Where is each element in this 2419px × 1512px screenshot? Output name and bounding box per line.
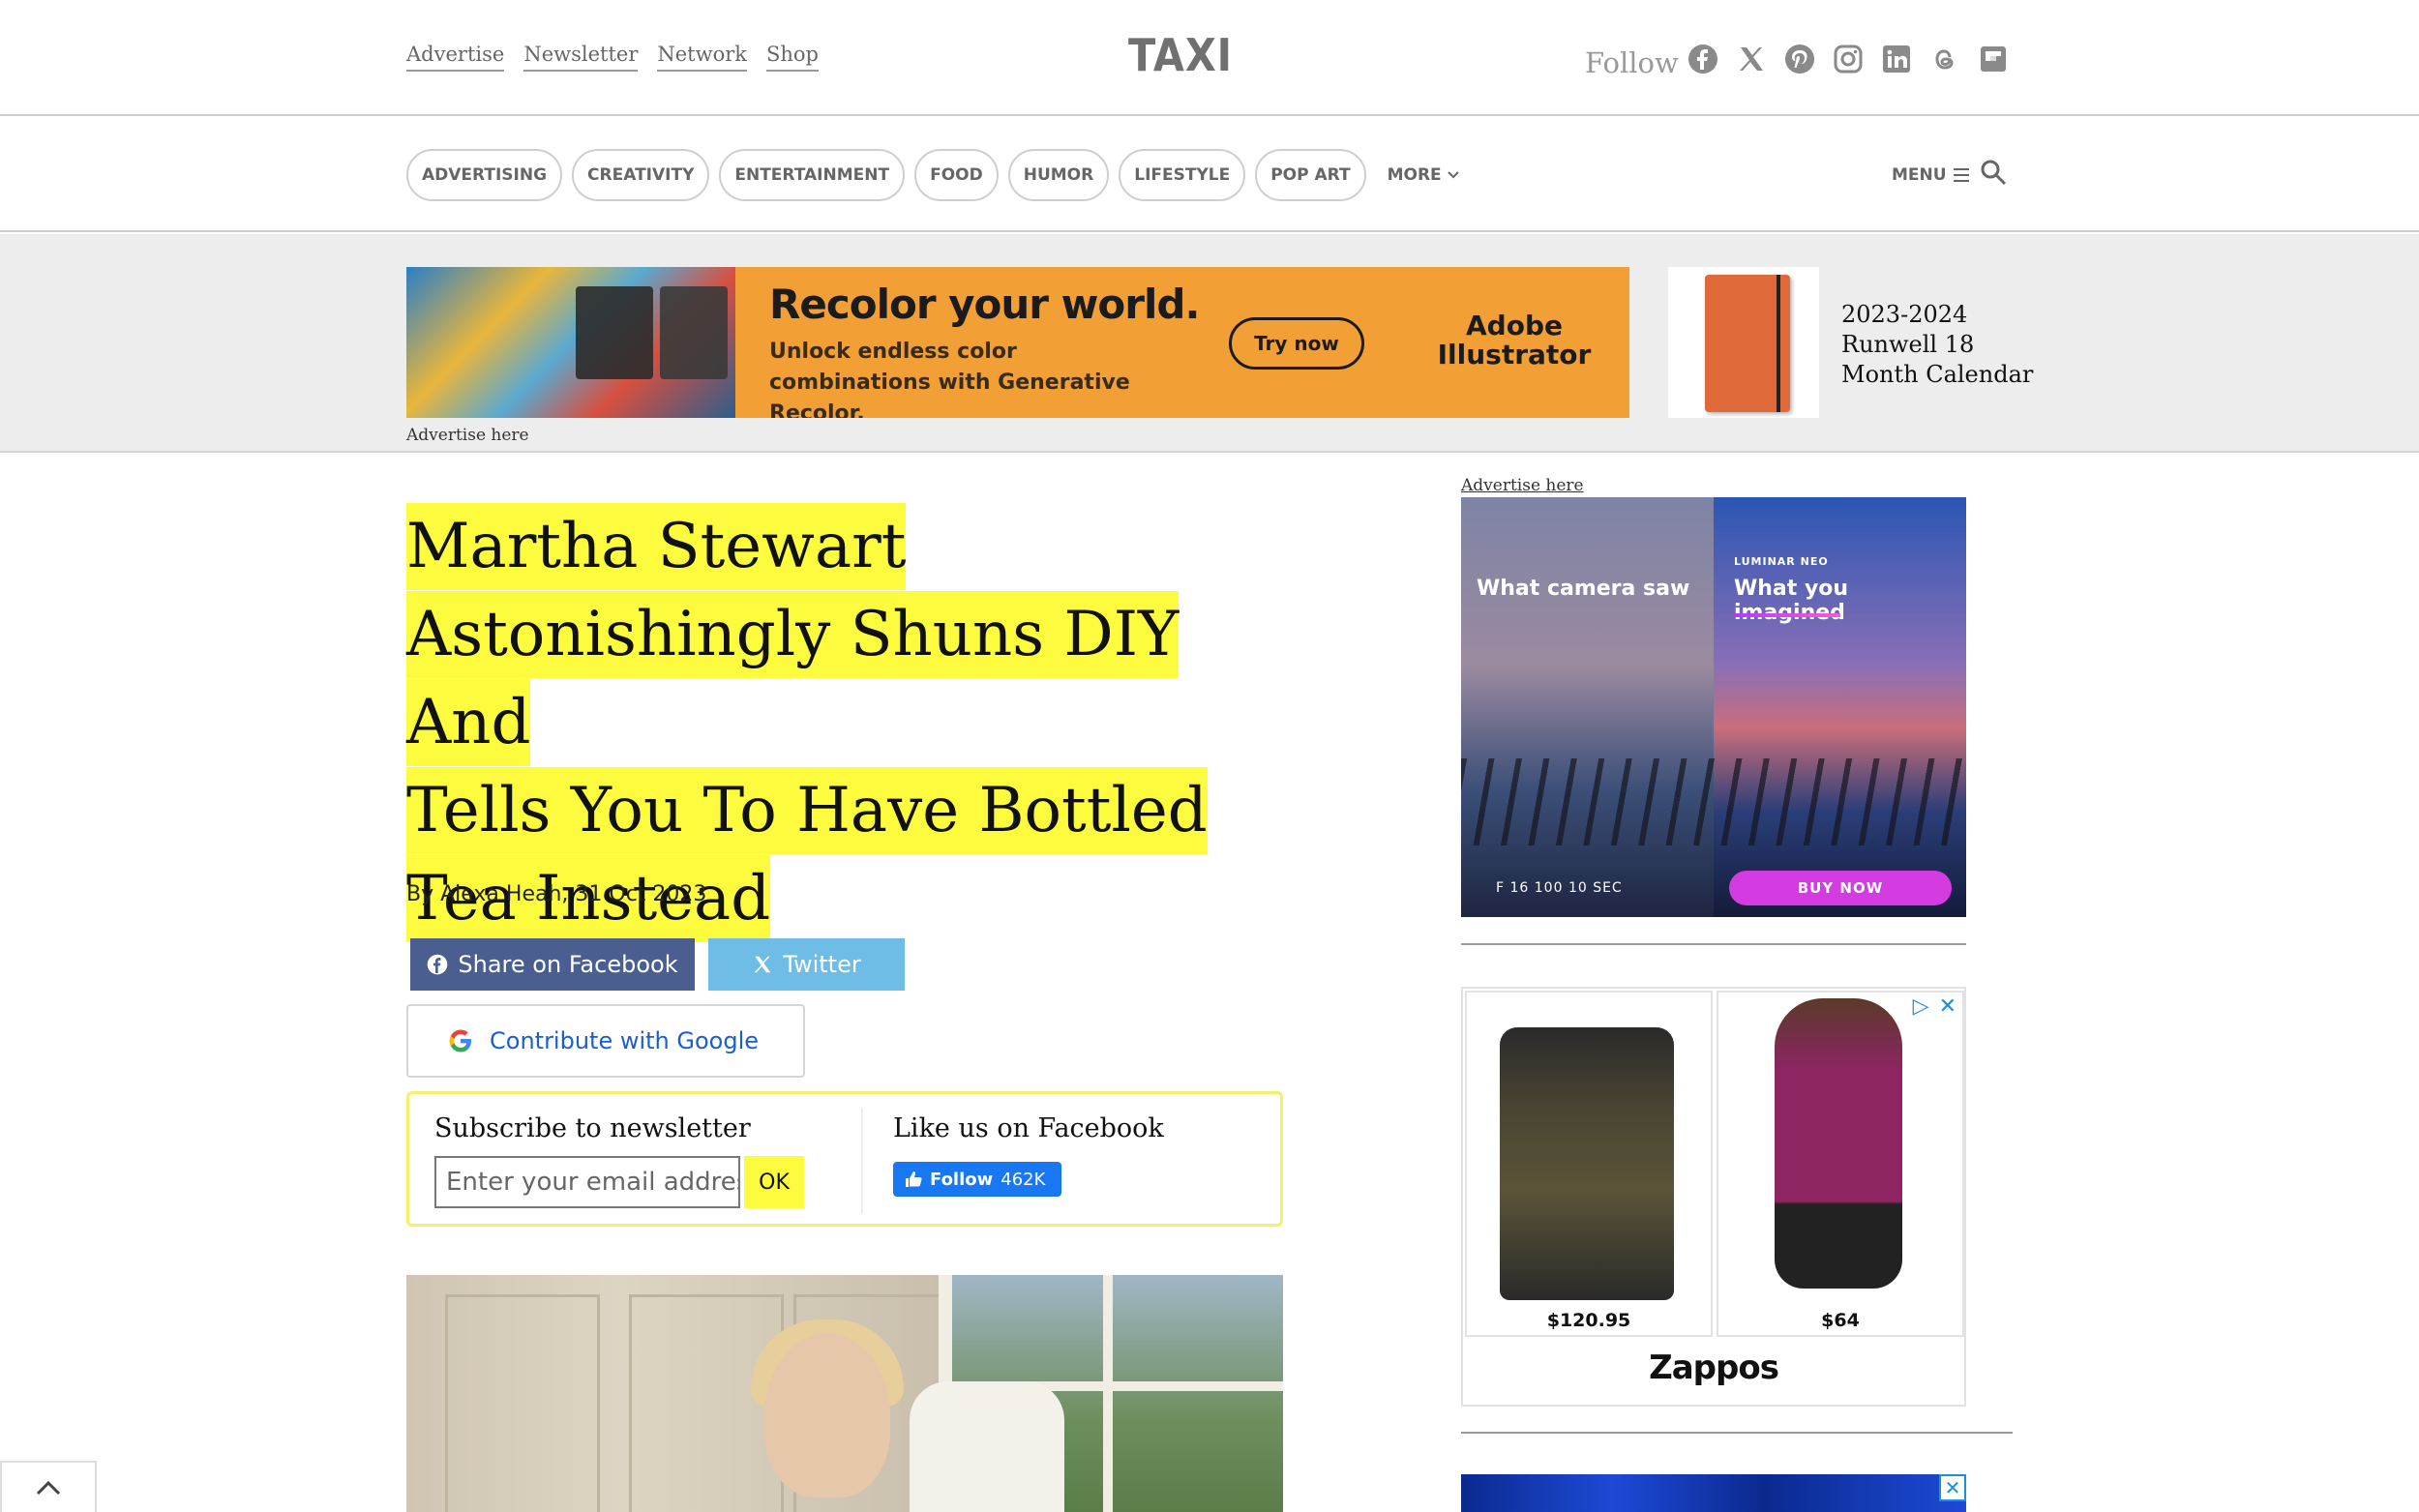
top-link-network[interactable]: Network	[657, 43, 747, 72]
product-tile[interactable]: $64	[1717, 991, 1964, 1337]
share-twitter-button[interactable]: Twitter	[708, 938, 905, 991]
ad-camera-meta: F 16 100 10 SEC	[1496, 880, 1623, 896]
follow-label: Follow	[930, 1169, 994, 1190]
calendar-book-image	[1705, 275, 1790, 412]
product-tank-top-image	[1775, 998, 1902, 1289]
luminar-neo-ad[interactable]: What camera saw LUMINAR NEO What you ima…	[1461, 497, 1966, 917]
product-price: $120.95	[1467, 1310, 1711, 1331]
linkedin-icon[interactable]	[1881, 44, 1912, 74]
product-price: $64	[1718, 1310, 1962, 1331]
subscribe-title: Subscribe to newsletter	[434, 1113, 751, 1143]
category-pop-art[interactable]: POP ART	[1255, 149, 1366, 201]
category-humor[interactable]: HUMOR	[1007, 149, 1110, 201]
calendar-ad-text[interactable]: 2023-2024 Runwell 18 Month Calendar	[1841, 300, 2033, 390]
calendar-thumbnail[interactable]	[1668, 267, 1819, 418]
ad-brand: LUMINAR NEO	[1734, 555, 1829, 568]
product-tile[interactable]: $120.95	[1465, 991, 1713, 1337]
facebook-follow-button[interactable]: Follow 462K	[893, 1162, 1061, 1197]
banner-ui-panel	[576, 286, 653, 379]
social-icons	[1687, 44, 2009, 74]
more-label: MORE	[1387, 165, 1442, 185]
top-link-shop[interactable]: Shop	[765, 43, 819, 72]
ad-accent-bar	[1734, 613, 1840, 617]
ad-band: Recolor your world. Unlock endless color…	[0, 234, 2419, 453]
product-bag-image	[1500, 1027, 1674, 1300]
site-logo[interactable]: TAXI	[1128, 29, 1233, 81]
banner-artwork	[406, 267, 735, 418]
category-nav: ADVERTISING CREATIVITY ENTERTAINMENT FOO…	[0, 118, 2419, 232]
contribute-label: Contribute with Google	[490, 1027, 760, 1054]
sidebar-divider	[1461, 943, 1966, 945]
category-creativity[interactable]: CREATIVITY	[572, 149, 710, 201]
byline: By Alexa Heah, 31 Oct 2023	[406, 882, 707, 906]
zappos-ad[interactable]: ▷ ✕ $120.95 $64 Zappos	[1461, 987, 1966, 1407]
sidebar-ad-3[interactable]: ✕	[1461, 1474, 1966, 1512]
subscribe-ok-button[interactable]: OK	[744, 1156, 804, 1208]
follow-label: Follow	[1585, 46, 1679, 79]
category-advertising[interactable]: ADVERTISING	[406, 149, 563, 201]
ad-image-before	[1461, 497, 1714, 917]
advertise-here-link[interactable]: Advertise here	[406, 426, 529, 445]
sidebar-divider	[1461, 1432, 2013, 1434]
zappos-logo[interactable]: Zappos	[1463, 1349, 1964, 1387]
flipboard-icon[interactable]	[1978, 44, 2009, 74]
photo-person	[764, 1333, 890, 1497]
banner-headline: Recolor your world.	[769, 281, 1200, 328]
more-menu[interactable]: MORE	[1388, 165, 1461, 185]
category-food[interactable]: FOOD	[914, 149, 999, 201]
illustrator-banner-ad[interactable]: Recolor your world. Unlock endless color…	[406, 267, 1629, 418]
title-line: Tells You To Have Bottled	[406, 767, 1208, 854]
category-pills: ADVERTISING CREATIVITY ENTERTAINMENT FOO…	[406, 149, 1461, 201]
menu-button[interactable]: MENU	[1892, 165, 1970, 185]
menu-label: MENU	[1892, 165, 1947, 185]
banner-brand: Adobe Illustrator	[1437, 310, 1592, 371]
facebook-icon[interactable]	[1687, 44, 1718, 74]
article-hero-image	[406, 1275, 1283, 1512]
calendar-ad-line: Month Calendar	[1841, 361, 2034, 388]
share-twitter-label: Twitter	[783, 951, 861, 978]
chevron-down-icon	[1447, 171, 1459, 179]
threads-icon[interactable]	[1929, 44, 1960, 74]
newsletter-box: Subscribe to newsletter Enter your email…	[406, 1091, 1283, 1227]
email-input[interactable]: Enter your email address	[434, 1156, 740, 1208]
ad-piers	[1461, 758, 1966, 845]
sidebar-advertise-here-link[interactable]: Advertise here	[1461, 476, 1584, 495]
top-bar: Advertise Newsletter Network Shop TAXI F…	[0, 0, 2419, 116]
calendar-ad-line: 2023-2024	[1841, 301, 1968, 328]
x-icon	[755, 956, 771, 973]
banner-try-now-button[interactable]: Try now	[1229, 317, 1364, 370]
title-line: Martha Stewart	[406, 503, 907, 590]
instagram-icon[interactable]	[1833, 44, 1864, 74]
title-line: Astonishingly Shuns DIY And	[406, 591, 1180, 766]
divider	[861, 1108, 863, 1214]
article-title: Martha Stewart Astonishingly Shuns DIY A…	[406, 503, 1287, 943]
top-links: Advertise Newsletter Network Shop	[406, 43, 819, 72]
facebook-icon	[428, 954, 448, 975]
top-link-newsletter[interactable]: Newsletter	[523, 43, 639, 72]
hamburger-icon	[1953, 168, 1969, 182]
category-lifestyle[interactable]: LIFESTYLE	[1119, 149, 1246, 201]
pinterest-icon[interactable]	[1784, 44, 1815, 74]
share-facebook-label: Share on Facebook	[458, 951, 678, 978]
ad-left-caption: What camera saw	[1477, 577, 1690, 601]
ad-right-caption: What you imagined	[1734, 577, 1849, 625]
category-entertainment[interactable]: ENTERTAINMENT	[719, 149, 906, 201]
contribute-with-google-button[interactable]: Contribute with Google	[406, 1004, 805, 1078]
close-icon[interactable]: ✕	[1939, 1474, 1966, 1501]
banner-ui-panel	[660, 286, 728, 379]
like-facebook-title: Like us on Facebook	[893, 1113, 1164, 1143]
search-icon[interactable]	[1980, 159, 2007, 186]
photo-vase	[910, 1381, 1064, 1512]
banner-subtext: Unlock endless color combinations with G…	[769, 340, 1130, 418]
calendar-ad-line: Runwell 18	[1841, 331, 1975, 358]
x-icon[interactable]	[1736, 44, 1767, 74]
google-icon	[449, 1029, 471, 1052]
chevron-up-icon	[36, 1480, 61, 1495]
share-facebook-button[interactable]: Share on Facebook	[410, 938, 695, 991]
top-link-advertise[interactable]: Advertise	[406, 43, 505, 72]
scroll-to-top-button[interactable]	[0, 1461, 97, 1512]
thumbs-up-icon	[906, 1171, 922, 1187]
ad-buy-now-button[interactable]: BUY NOW	[1729, 871, 1952, 905]
follow-count: 462K	[1000, 1169, 1046, 1190]
